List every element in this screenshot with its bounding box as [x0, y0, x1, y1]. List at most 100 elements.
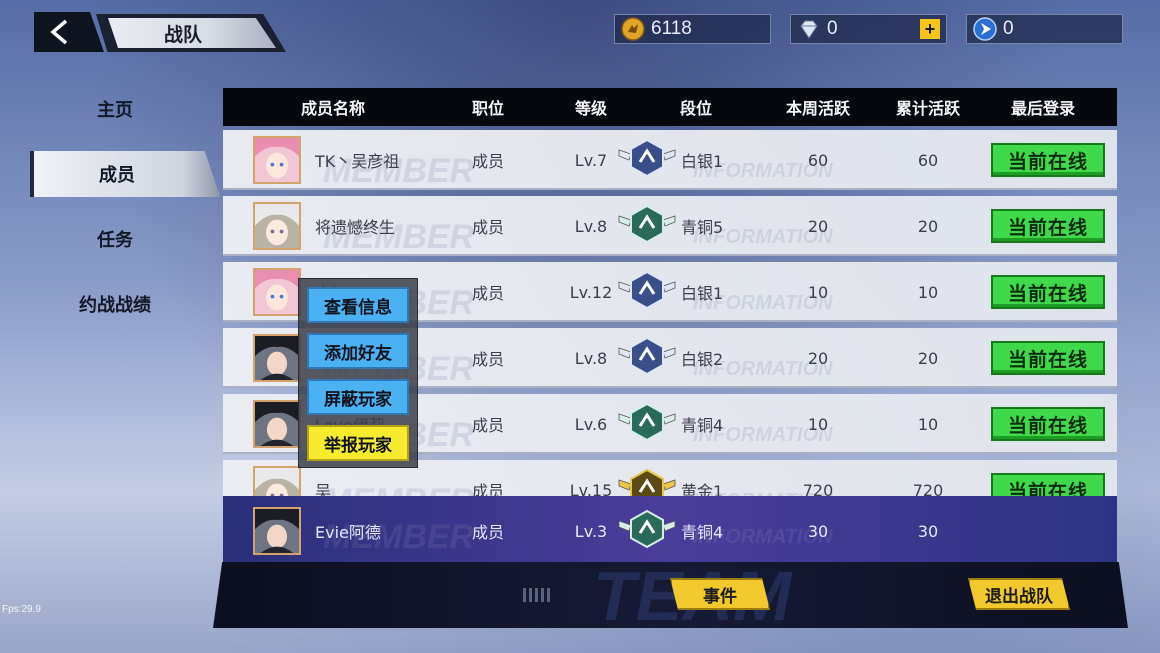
member-role: 成员 [471, 350, 504, 369]
gold-amount: 6118 [651, 18, 692, 39]
last-login-cell: 当前在线 [988, 130, 1108, 188]
rank-label: 青铜4 [681, 416, 724, 435]
weekly-activity: 10 [807, 414, 829, 434]
rank-badge-icon [615, 336, 681, 380]
avatar[interactable] [253, 268, 301, 316]
rank-cell: 白银1 [615, 130, 755, 188]
member-role: 成员 [471, 284, 504, 303]
diamond-currency: 0 + [790, 14, 947, 44]
sidebar-item-label: 主页 [97, 100, 133, 121]
sidebar-item-home[interactable]: 主页 [30, 86, 220, 132]
total-activity: 20 [917, 216, 939, 236]
last-login-cell [988, 496, 1108, 566]
sidebar-item-label: 任务 [97, 230, 133, 251]
avatar[interactable] [253, 400, 301, 448]
avatar-cell [253, 262, 303, 320]
member-row[interactable]: MEMBER INFORMATION TK丶吴彦祖 成员 Lv.7 白银1 60 60 当前在线 [223, 130, 1117, 190]
sidebar-item-label: 约战战绩 [79, 295, 151, 316]
member-row[interactable]: MEMBER INFORMATION 将遗憾终生 成员 Lv.8 青铜5 20 20 当前在线 [223, 196, 1117, 256]
rank-badge-icon [615, 509, 681, 553]
stripes-decoration [523, 588, 551, 602]
online-status-badge: 当前在线 [991, 407, 1105, 441]
sidebar-item-match-record[interactable]: 约战战绩 [30, 281, 220, 327]
online-status-badge: 当前在线 [991, 143, 1105, 177]
ticket-currency: 0 [966, 14, 1123, 44]
member-role: 成员 [471, 416, 504, 435]
total-activity: 10 [917, 282, 939, 302]
diamond-amount: 0 [827, 18, 838, 39]
total-activity: 30 [917, 521, 939, 541]
rank-label: 白银1 [681, 152, 724, 171]
avatar[interactable] [253, 334, 301, 382]
events-button[interactable]: 事件 [670, 578, 770, 610]
sidebar-item-label: 成员 [99, 165, 135, 186]
member-name: 将遗憾终生 [315, 218, 396, 237]
weekly-activity: 20 [807, 348, 829, 368]
page-title-plate: 战队 [96, 14, 286, 52]
rank-cell: 青铜4 [615, 394, 755, 452]
column-header-role: 职位 [471, 99, 504, 118]
weekly-activity: 30 [807, 521, 829, 541]
rank-label: 白银2 [681, 350, 724, 369]
rank-cell: 白银2 [615, 328, 755, 386]
member-name: Evie阿德 [315, 523, 381, 542]
online-status-badge: 当前在线 [991, 209, 1105, 243]
rank-cell: 青铜4 [615, 496, 755, 566]
online-status-badge: 当前在线 [991, 275, 1105, 309]
report-player-button[interactable]: 举报玩家 [307, 425, 409, 461]
context-menu: 查看信息 添加好友 屏蔽玩家 举报玩家 [298, 278, 418, 468]
sidebar-item-tasks[interactable]: 任务 [30, 216, 220, 262]
quit-team-button[interactable]: 退出战队 [968, 578, 1070, 610]
rank-badge-icon [615, 270, 681, 314]
column-header-name: 成员名称 [300, 99, 365, 118]
chevron-left-icon [50, 19, 68, 45]
last-login-cell: 当前在线 [988, 262, 1108, 320]
rank-label: 青铜5 [681, 218, 724, 237]
column-header-last-login: 最后登录 [1010, 99, 1075, 118]
self-member-row[interactable]: MEMBER INFORMATION Evie阿德 成员 Lv.3 青铜4 30 30 [223, 496, 1117, 566]
add-diamond-button[interactable]: + [920, 19, 940, 39]
avatar-cell [253, 328, 303, 386]
ticket-icon [973, 17, 997, 41]
last-login-cell: 当前在线 [988, 394, 1108, 452]
total-activity: 10 [917, 414, 939, 434]
rank-cell: 白银1 [615, 262, 755, 320]
last-login-cell: 当前在线 [988, 328, 1108, 386]
gold-currency: 6118 [614, 14, 771, 44]
sidebar-item-members[interactable]: 成员 [30, 151, 220, 197]
avatar[interactable] [253, 507, 301, 555]
total-activity: 20 [917, 348, 939, 368]
online-status-badge: 当前在线 [991, 341, 1105, 375]
table-header: 成员名称 职位 等级 段位 本周活跃 累计活跃 最后登录 [223, 88, 1117, 126]
sidebar: 主页 成员 任务 约战战绩 [30, 86, 220, 346]
column-header-level: 等级 [574, 99, 607, 118]
view-info-button[interactable]: 查看信息 [307, 287, 409, 323]
member-role: 成员 [471, 523, 504, 542]
rank-cell: 青铜5 [615, 196, 755, 254]
avatar[interactable] [253, 202, 301, 250]
avatar-cell [253, 394, 303, 452]
rank-label: 白银1 [681, 284, 724, 303]
fps-counter: Fps:29.9 [2, 604, 41, 615]
avatar-cell [253, 196, 303, 254]
total-activity: 60 [917, 150, 939, 170]
member-name: TK丶吴彦祖 [315, 152, 400, 171]
last-login-cell: 当前在线 [988, 196, 1108, 254]
avatar-cell [253, 496, 303, 566]
gold-coin-icon [621, 17, 645, 41]
ticket-amount: 0 [1003, 18, 1014, 39]
avatar[interactable] [253, 136, 301, 184]
rank-badge-icon [615, 402, 681, 446]
weekly-activity: 10 [807, 282, 829, 302]
add-friend-button[interactable]: 添加好友 [307, 333, 409, 369]
weekly-activity: 20 [807, 216, 829, 236]
column-header-rank: 段位 [679, 99, 712, 118]
diamond-icon [800, 20, 818, 39]
block-player-button[interactable]: 屏蔽玩家 [307, 379, 409, 415]
column-header-weekly-activity: 本周活跃 [785, 99, 850, 118]
rank-label: 青铜4 [681, 523, 724, 542]
avatar-cell [253, 130, 303, 188]
weekly-activity: 60 [807, 150, 829, 170]
column-header-total-activity: 累计活跃 [895, 99, 960, 118]
member-role: 成员 [471, 152, 504, 171]
